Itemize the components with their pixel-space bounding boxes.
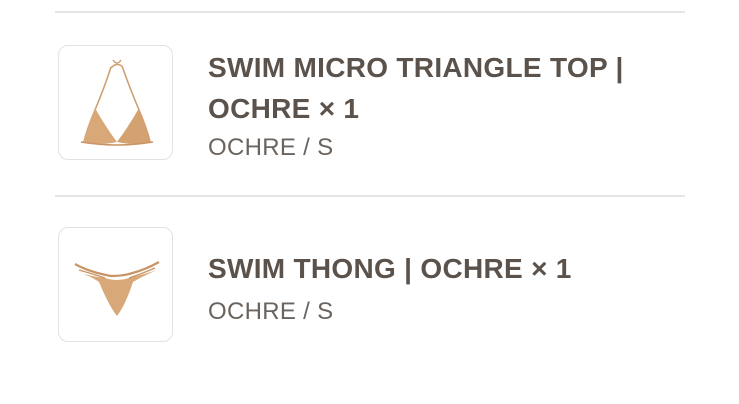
- bikini-top-icon: [80, 59, 154, 146]
- item-variant: OCHRE / S: [208, 298, 334, 325]
- item-divider: [55, 195, 685, 197]
- cart-line-item[interactable]: SWIM THONG | OCHRE × 1 OCHRE / S: [58, 227, 688, 345]
- product-thumbnail[interactable]: [58, 45, 173, 160]
- item-info: SWIM THONG | OCHRE × 1 OCHRE / S: [208, 248, 678, 327]
- top-divider: [55, 11, 685, 13]
- item-title[interactable]: SWIM MICRO TRIANGLE TOP | OCHRE × 1: [208, 47, 678, 129]
- item-info: SWIM MICRO TRIANGLE TOP | OCHRE × 1 OCHR…: [208, 47, 678, 163]
- item-variant: OCHRE / S: [208, 134, 334, 161]
- product-thumbnail[interactable]: [58, 227, 173, 342]
- bikini-bottom-icon: [74, 261, 160, 316]
- item-title[interactable]: SWIM THONG | OCHRE × 1: [208, 248, 678, 289]
- cart-line-item[interactable]: SWIM MICRO TRIANGLE TOP | OCHRE × 1 OCHR…: [58, 45, 688, 163]
